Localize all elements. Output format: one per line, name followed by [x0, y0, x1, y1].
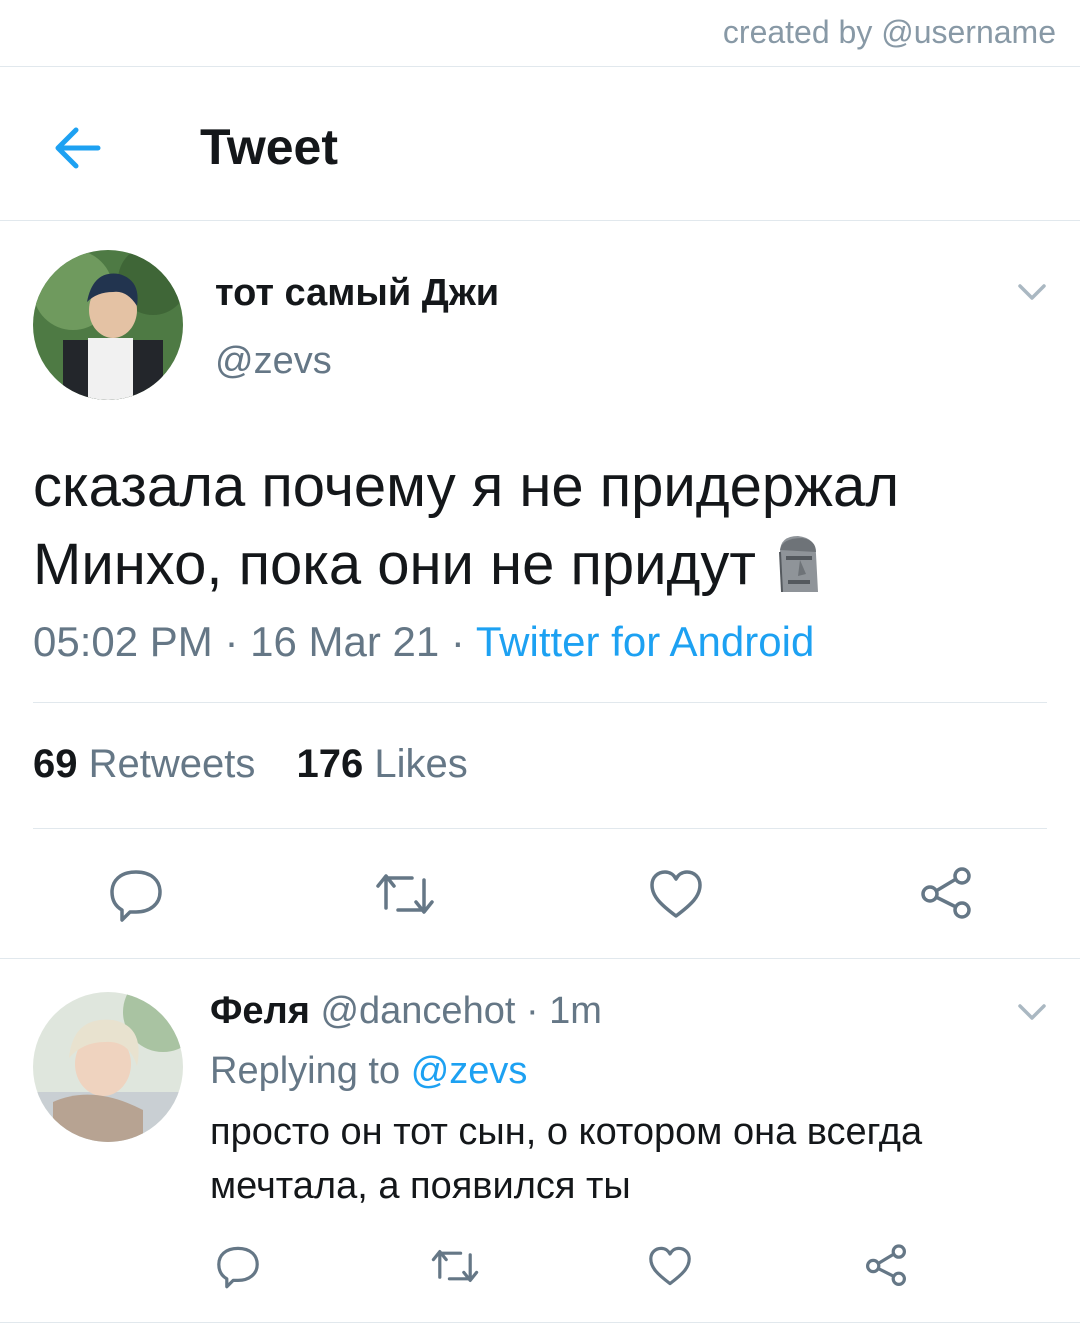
chevron-down-icon	[1018, 284, 1046, 300]
chevron-down-icon	[1018, 1004, 1046, 1020]
retweets-count: 69	[33, 742, 78, 786]
tweet-date: 16 Mar 21	[250, 618, 440, 665]
tweet-meta: 05:02 PM · 16 Mar 21 · Twitter for Andro…	[33, 618, 814, 666]
author-handle[interactable]: @zevs	[215, 340, 332, 383]
reply-like-button[interactable]	[646, 1242, 694, 1295]
tweet-menu-button[interactable]	[1012, 272, 1052, 317]
retweets-label: Retweets	[88, 742, 256, 786]
comment-icon	[110, 870, 162, 922]
divider	[0, 1322, 1080, 1323]
heart-icon	[650, 870, 702, 918]
like-button[interactable]	[646, 864, 706, 929]
meta-separator: ·	[450, 618, 465, 665]
divider	[33, 828, 1047, 829]
reply-reply-button[interactable]	[214, 1242, 262, 1295]
retweet-icon	[376, 874, 434, 914]
likes-count: 176	[296, 742, 364, 786]
share-icon	[866, 1244, 906, 1286]
share-button[interactable]	[916, 864, 976, 929]
reply-share-button[interactable]	[862, 1242, 910, 1295]
likes-label: Likes	[374, 742, 468, 786]
heart-icon	[649, 1246, 691, 1286]
reply-retweet-button[interactable]	[428, 1242, 482, 1295]
author-name[interactable]: тот самый Джи	[215, 272, 499, 315]
reply-text: просто он тот сын, о котором она всегда …	[210, 1111, 923, 1207]
comment-icon	[217, 1246, 259, 1289]
tweet-text-content: сказала почему я не придержал Минхо, пок…	[33, 454, 900, 597]
page-title: Tweet	[200, 119, 338, 175]
meta-separator: ·	[525, 990, 539, 1032]
arrow-left-icon	[55, 127, 101, 169]
tweet-source-link[interactable]: Twitter for Android	[476, 618, 814, 665]
replying-to-label: Replying to	[210, 1050, 401, 1092]
reply-author-handle[interactable]: @dancehot	[320, 990, 515, 1032]
tweet-time: 05:02 PM	[33, 618, 213, 665]
tweet-stats: 69 Retweets 176 Likes	[33, 742, 468, 787]
reply-button[interactable]	[106, 864, 166, 929]
moai-emoji-icon	[772, 532, 824, 614]
retweet-icon	[431, 1250, 479, 1282]
back-button[interactable]	[50, 118, 110, 178]
retweet-button[interactable]	[372, 864, 438, 929]
reply-menu-button[interactable]	[1012, 992, 1052, 1037]
reply-author-name[interactable]: Феля	[210, 990, 310, 1032]
reply-header: Феля @dancehot · 1m	[210, 990, 602, 1033]
divider	[33, 702, 1047, 703]
meta-separator: ·	[224, 618, 239, 665]
replying-to-handle[interactable]: @zevs	[411, 1050, 528, 1092]
author-avatar[interactable]	[33, 250, 183, 400]
retweets-stat[interactable]: 69 Retweets	[33, 742, 255, 786]
credit-text: created by @username	[722, 14, 1056, 50]
reply-author-avatar[interactable]	[33, 992, 183, 1142]
share-icon	[921, 867, 971, 919]
tweet-text: сказала почему я не придержал Минхо, пок…	[33, 448, 1033, 614]
divider	[0, 958, 1080, 959]
divider	[0, 66, 1080, 67]
reply-age: 1m	[549, 990, 602, 1032]
divider	[0, 220, 1080, 221]
likes-stat[interactable]: 176 Likes	[297, 742, 468, 786]
replying-to-line: Replying to @zevs	[210, 1050, 527, 1093]
